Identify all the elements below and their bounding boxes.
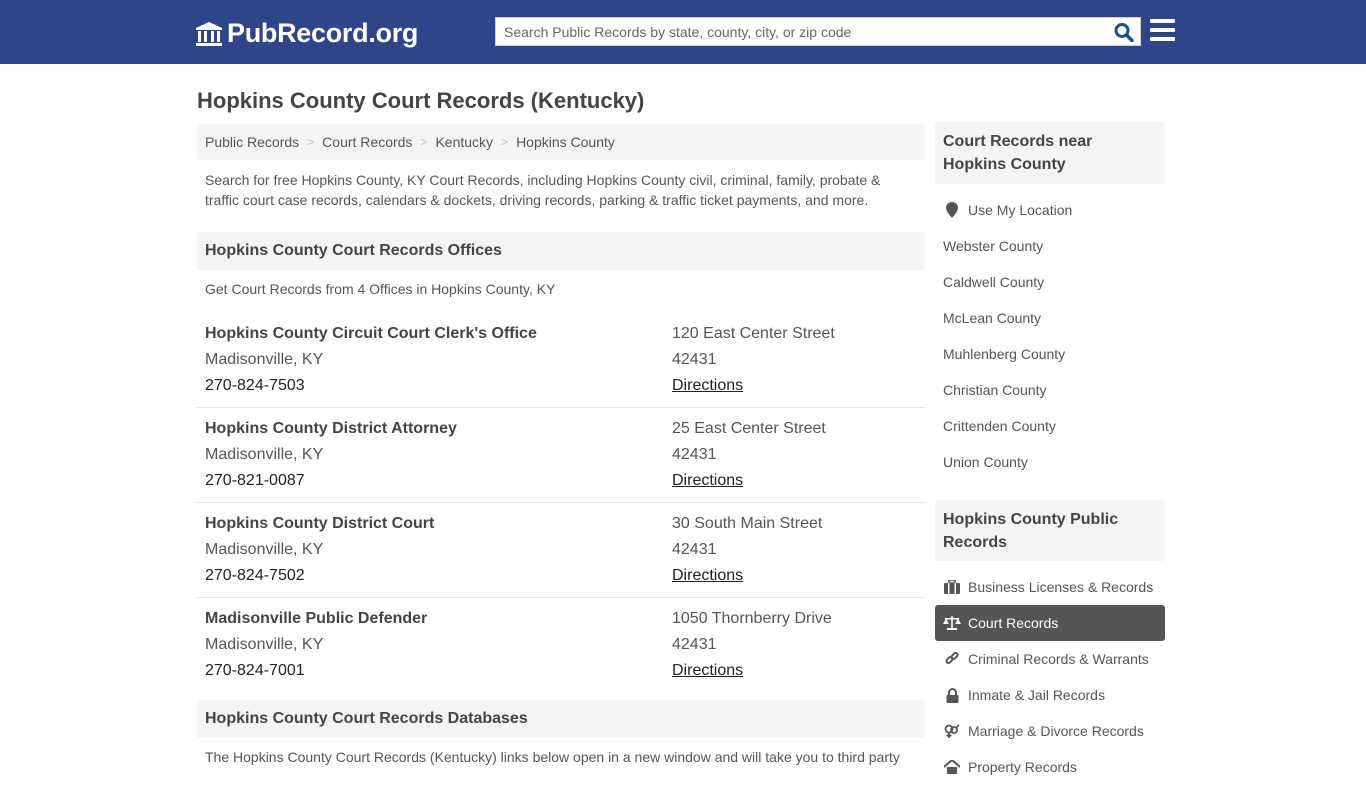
nearby-county-link[interactable]: Crittenden County [935, 408, 1165, 444]
home-icon [943, 759, 961, 775]
nearby-county-link[interactable]: Muhlenberg County [935, 336, 1165, 372]
sidebar-item-court-records[interactable]: Court Records [935, 605, 1165, 641]
page-title: Hopkins County Court Records (Kentucky) [197, 88, 645, 113]
office-zip: 42431 [672, 351, 717, 368]
breadcrumb-kentucky[interactable]: Kentucky [435, 134, 493, 150]
nearby-county-link[interactable]: Webster County [935, 228, 1165, 264]
link-icon [943, 651, 961, 667]
directions-link[interactable]: Directions [672, 567, 743, 584]
offices-section-heading: Hopkins County Court Records Offices [197, 232, 925, 270]
sidebar-item-label: Business Licenses & Records [968, 579, 1154, 595]
office-address: 1050 Thornberry Drive [672, 610, 832, 627]
sidebar-item-label: Property Records [968, 759, 1077, 775]
office-phone: 270-824-7502 [205, 567, 305, 584]
gender-icon [943, 723, 961, 739]
office-city: Madisonville, KY [205, 446, 324, 463]
lock-icon [943, 687, 961, 703]
logo-text: PubRecord.org [227, 18, 419, 48]
sidebar-item-label: Marriage & Divorce Records [968, 723, 1144, 739]
office-zip: 42431 [672, 541, 717, 558]
office-zip: 42431 [672, 636, 717, 653]
map-marker-icon [943, 202, 961, 218]
nearby-county-link[interactable]: McLean County [935, 300, 1165, 336]
office-name: Hopkins County District Court [205, 515, 435, 532]
nearby-county-link[interactable]: Union County [935, 444, 1165, 480]
nearby-heading: Court Records near Hopkins County [935, 122, 1165, 184]
hamburger-menu-icon[interactable] [1150, 19, 1175, 42]
office-card: Hopkins County Circuit Court Clerk's Off… [197, 313, 925, 408]
courthouse-icon [196, 21, 222, 46]
office-card: Madisonville Public Defender Madisonvill… [197, 598, 925, 693]
directions-link[interactable]: Directions [672, 662, 743, 679]
directions-link[interactable]: Directions [672, 472, 743, 489]
site-logo[interactable]: PubRecord.org [195, 18, 418, 49]
nearby-county-link[interactable]: Caldwell County [935, 264, 1165, 300]
office-name: Hopkins County Circuit Court Clerk's Off… [205, 325, 537, 342]
breadcrumb-separator: > [501, 135, 509, 149]
databases-section-heading: Hopkins County Court Records Databases [197, 700, 925, 738]
breadcrumb-court-records[interactable]: Court Records [322, 134, 412, 150]
sidebar-item-label: Criminal Records & Warrants [968, 651, 1149, 667]
office-phone: 270-821-0087 [205, 472, 305, 489]
office-city: Madisonville, KY [205, 636, 324, 653]
sidebar-item-property-records[interactable]: Property Records [935, 749, 1165, 785]
public-records-heading: Hopkins County Public Records [935, 500, 1165, 561]
breadcrumb-public-records[interactable]: Public Records [205, 134, 299, 150]
office-phone: 270-824-7001 [205, 662, 305, 679]
office-address: 30 South Main Street [672, 515, 823, 532]
databases-intro-text: The Hopkins County Court Records (Kentuc… [205, 749, 900, 765]
sidebar-item-marriage-records[interactable]: Marriage & Divorce Records [935, 713, 1165, 749]
breadcrumb: Public Records > Court Records > Kentuck… [197, 124, 925, 160]
office-address: 120 East Center Street [672, 325, 835, 342]
use-my-location-label: Use My Location [968, 202, 1073, 218]
use-my-location-link[interactable]: Use My Location [935, 192, 1165, 228]
search-box [495, 17, 1141, 46]
search-input[interactable] [496, 18, 1106, 45]
search-icon[interactable] [1113, 22, 1135, 42]
sidebar-item-label: Court Records [968, 615, 1059, 631]
office-name: Hopkins County District Attorney [205, 420, 457, 437]
office-card: Hopkins County District Attorney Madison… [197, 408, 925, 503]
scales-icon [943, 615, 961, 631]
intro-text: Search for free Hopkins County, KY Court… [205, 172, 881, 208]
briefcase-icon [943, 579, 961, 595]
office-city: Madisonville, KY [205, 541, 324, 558]
breadcrumb-hopkins-county: Hopkins County [516, 134, 615, 150]
sidebar-item-criminal-records[interactable]: Criminal Records & Warrants [935, 641, 1165, 677]
office-name: Madisonville Public Defender [205, 610, 428, 627]
sidebar-item-label: Inmate & Jail Records [968, 687, 1105, 703]
sidebar-item-business-licenses[interactable]: Business Licenses & Records [935, 569, 1165, 605]
office-address: 25 East Center Street [672, 420, 826, 437]
top-navbar: PubRecord.org [0, 0, 1366, 64]
office-zip: 42431 [672, 446, 717, 463]
office-card: Hopkins County District Court Madisonvil… [197, 503, 925, 598]
nearby-county-link[interactable]: Christian County [935, 372, 1165, 408]
office-phone: 270-824-7503 [205, 377, 305, 394]
breadcrumb-separator: > [420, 135, 428, 149]
sidebar-item-inmate-records[interactable]: Inmate & Jail Records [935, 677, 1165, 713]
breadcrumb-separator: > [307, 135, 315, 149]
office-city: Madisonville, KY [205, 351, 324, 368]
offices-subtitle: Get Court Records from 4 Offices in Hopk… [205, 281, 556, 297]
directions-link[interactable]: Directions [672, 377, 743, 394]
